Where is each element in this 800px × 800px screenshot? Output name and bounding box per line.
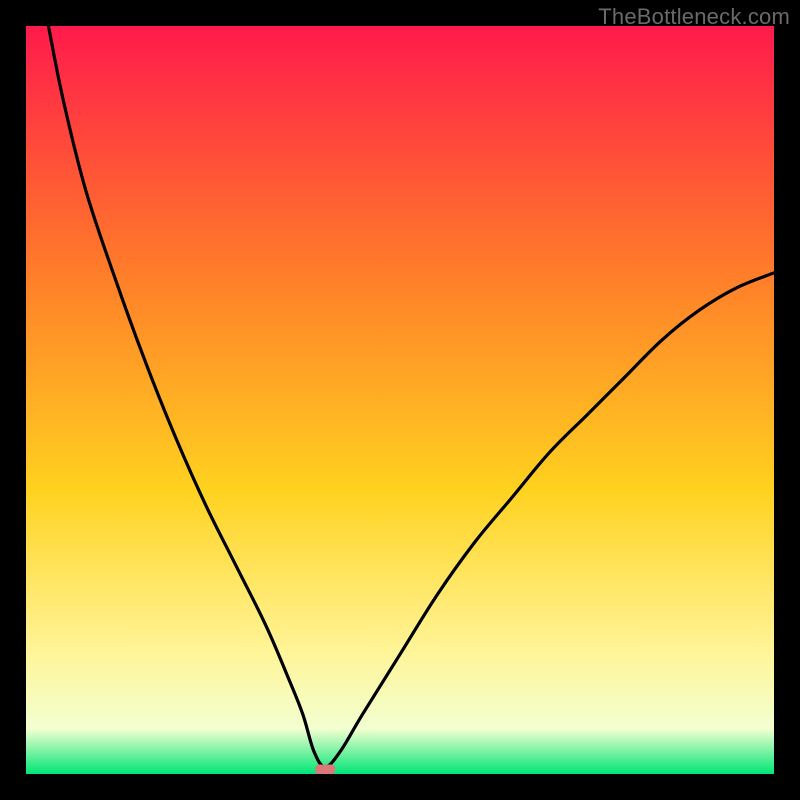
minimum-marker xyxy=(315,765,335,774)
plot-area xyxy=(26,26,774,774)
chart-frame: TheBottleneck.com xyxy=(0,0,800,800)
bottleneck-chart xyxy=(26,26,774,774)
gradient-background xyxy=(26,26,774,774)
